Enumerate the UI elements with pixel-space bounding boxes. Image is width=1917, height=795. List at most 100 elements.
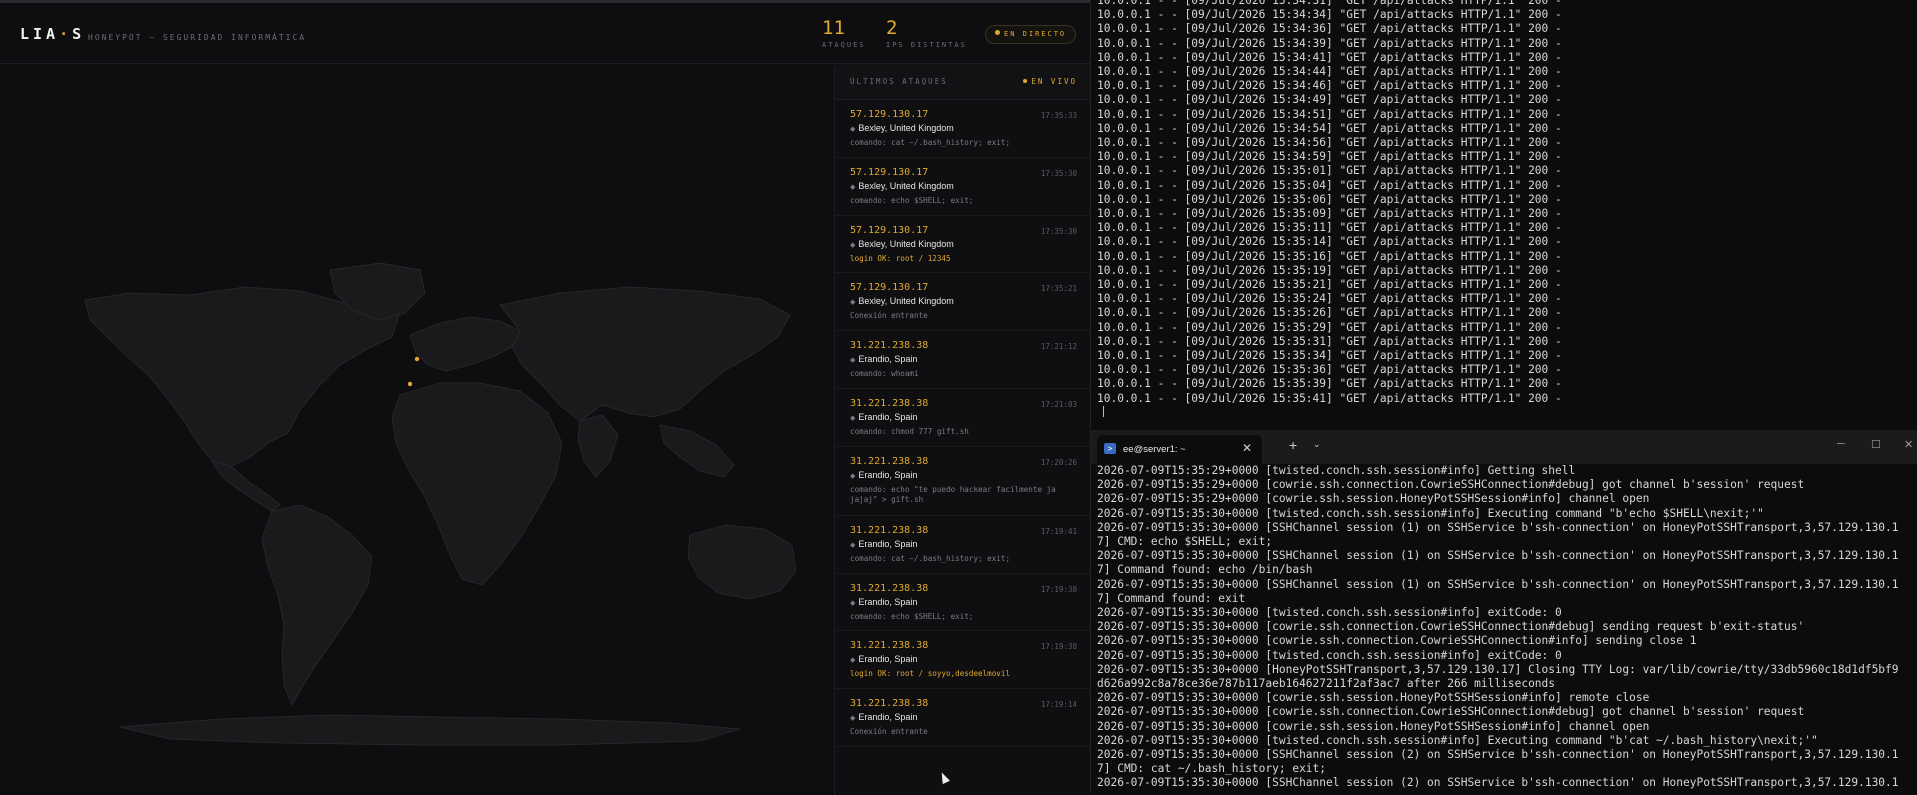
attack-location: ◆ Erandio, Spain [850, 654, 1077, 664]
attack-time: 17:35:30 [1040, 168, 1077, 178]
close-tab-icon[interactable]: ✕ [1242, 441, 1252, 455]
live-dot-icon [1023, 79, 1028, 83]
attack-detail: Conexión entrante [850, 311, 928, 321]
terminal-line: 10.0.0.1 - - [09/Jul/2026 15:35:29] "GET… [1097, 320, 1562, 334]
cowrie-log-terminal[interactable]: 2026-07-09T15:35:29+0000 [twisted.conch.… [1090, 464, 1917, 792]
live-dot-icon [995, 30, 1000, 35]
terminal-line: 10.0.0.1 - - [09/Jul/2026 15:35:36] "GET… [1097, 363, 1562, 377]
attack-list-item[interactable]: 57.129.130.17 17:35:30 ◆ Bexley, United Kin… [835, 216, 1091, 274]
north-america [84, 286, 401, 468]
attack-time: 17:21:03 [1040, 399, 1077, 409]
terminal-tab-title: ee@server1: ~ [1123, 444, 1186, 455]
terminal-line: 10.0.0.1 - - [09/Jul/2026 15:34:44] "GET… [1097, 65, 1562, 79]
attack-detail: comando: cat ~/.bash_history; exit; [850, 553, 1011, 563]
new-tab-button[interactable]: + [1289, 437, 1297, 453]
feed-header: Últimos ataques En vivo [835, 65, 1091, 100]
attacks-label: Ataques [822, 41, 866, 49]
dashboard-header: LIA·S Honeypot — Seguridad Informática 1… [0, 3, 1090, 64]
tab-dropdown-button[interactable]: ⌄ [1313, 439, 1321, 450]
attack-time: 17:21:12 [1040, 342, 1077, 352]
attack-time: 17:19:38 [1040, 642, 1077, 652]
terminal-line: 2026-07-09T15:35:30+0000 [twisted.conch.… [1097, 606, 1562, 620]
terminal-line: 2026-07-09T15:35:30+0000 [cowrie.ssh.con… [1097, 620, 1805, 634]
attack-location: ◆ Erandio, Spain [850, 470, 1077, 480]
attack-location-text: Erandio, Spain [858, 596, 918, 607]
terminal-line: 10.0.0.1 - - [09/Jul/2026 15:35:11] "GET… [1097, 221, 1562, 235]
logo-right: S [72, 25, 86, 43]
terminal-line: 10.0.0.1 - - [09/Jul/2026 15:35:39] "GET… [1097, 377, 1562, 391]
honeypot-dashboard: LIA·S Honeypot — Seguridad Informática 1… [0, 0, 1091, 795]
attack-location: ◆ Erandio, Spain [850, 712, 1077, 722]
terminal-line: 10.0.0.1 - - [09/Jul/2026 15:35:34] "GET… [1097, 349, 1562, 363]
attack-list-item[interactable]: 57.129.130.17 17:35:30 ◆ Bexley, United Kin… [835, 158, 1091, 216]
app-subtitle: Honeypot — Seguridad Informática [88, 33, 307, 42]
attack-list-item[interactable]: 57.129.130.17 17:35:33 ◆ Bexley, United Kin… [835, 100, 1091, 158]
powershell-icon: > [1104, 443, 1116, 454]
terminal-line: 10.0.0.1 - - [09/Jul/2026 15:35:06] "GET… [1097, 192, 1562, 206]
attack-detail: comando: echo "te puedo hackear facilmen… [850, 484, 1061, 504]
maximize-icon[interactable]: ☐ [1871, 438, 1881, 451]
attack-list-item[interactable]: 31.221.238.38 17:19:38 ◆ Erandio, Spain coma… [835, 574, 1091, 632]
attack-list-item[interactable]: 31.221.238.38 17:21:12 ◆ Erandio, Spain coma… [835, 331, 1091, 389]
attack-location-text: Bexley, United Kingdom [858, 296, 954, 307]
central-america [211, 460, 281, 512]
attack-list-item[interactable]: 31.221.238.38 17:19:14 ◆ Erandio, Spain Cone… [835, 689, 1091, 747]
attack-location: ◆ Erandio, Spain [850, 597, 1077, 607]
attack-list-item[interactable]: 31.221.238.38 17:20:26 ◆ Erandio, Spain coma… [835, 447, 1091, 516]
terminal-tab[interactable]: > ee@server1: ~ ✕ [1097, 435, 1262, 464]
terminal-line: 2026-07-09T15:35:30+0000 [twisted.conch.… [1097, 506, 1764, 520]
attack-time: 17:19:41 [1040, 526, 1077, 536]
attack-marker-erandio [407, 381, 413, 387]
minimize-icon[interactable]: ─ [1837, 438, 1845, 450]
terminal-line: 10.0.0.1 - - [09/Jul/2026 15:35:21] "GET… [1097, 278, 1562, 292]
location-pin-icon: ◆ [850, 599, 856, 607]
attack-location: ◆ Bexley, United Kingdom [850, 123, 1077, 133]
attack-location-text: Bexley, United Kingdom [858, 238, 954, 249]
attack-location: ◆ Bexley, United Kingdom [850, 239, 1077, 249]
cowrie-log-lines: 2026-07-09T15:35:29+0000 [twisted.conch.… [1091, 464, 1899, 791]
terminal-line: 2026-07-09T15:35:30+0000 [cowrie.ssh.ses… [1097, 691, 1650, 705]
attack-list-item[interactable]: 31.221.238.38 17:21:03 ◆ Erandio, Spain coma… [835, 389, 1091, 447]
terminal-line: 2026-07-09T15:35:30+0000 [SSHChannel ses… [1097, 520, 1899, 534]
attack-list-item[interactable]: 31.221.238.38 17:19:41 ◆ Erandio, Spain coma… [835, 516, 1091, 574]
terminal-line: 2026-07-09T15:35:29+0000 [cowrie.ssh.ses… [1097, 492, 1650, 506]
terminal-line: 10.0.0.1 - - [09/Jul/2026 15:35:16] "GET… [1097, 249, 1562, 263]
terminal-line: 10.0.0.1 - - [09/Jul/2026 15:35:26] "GET… [1097, 306, 1562, 320]
attack-marker-bexley [414, 356, 420, 362]
attack-location-text: Erandio, Spain [858, 469, 918, 480]
world-map[interactable] [0, 65, 834, 795]
app-logo: LIA·S [20, 25, 85, 43]
attack-time: 17:35:33 [1040, 111, 1077, 120]
live-status-button[interactable]: En directo [985, 25, 1077, 44]
terminal-line: d626a992c8a78ce36e787b117aeb164627211f2a… [1097, 677, 1556, 691]
attacks-feed-panel: Últimos ataques En vivo 57.129.130.17 17:… [834, 65, 1091, 795]
terminal-titlebar: > ee@server1: ~ ✕ + ⌄ ─ ☐ ✕ [1090, 430, 1917, 464]
attack-detail: comando: whoami [850, 369, 919, 379]
attack-location: ◆ Erandio, Spain [850, 412, 1077, 422]
asia [499, 286, 791, 422]
access-log-lines: 10.0.0.1 - - [09/Jul/2026 15:34:31] "GET… [1091, 0, 1562, 421]
attacks-stat: 11 Ataques [822, 17, 866, 49]
text-cursor-icon [1103, 405, 1104, 417]
africa [391, 382, 563, 586]
location-pin-icon: ◆ [850, 241, 856, 249]
terminal-line: 2026-07-09T15:35:30+0000 [cowrie.ssh.con… [1097, 634, 1697, 648]
terminal-line: 10.0.0.1 - - [09/Jul/2026 15:34:39] "GET… [1097, 36, 1562, 50]
attack-location-text: Bexley, United Kingdom [858, 180, 954, 191]
close-window-icon[interactable]: ✕ [1904, 438, 1913, 451]
terminal-line: 10.0.0.1 - - [09/Jul/2026 15:34:46] "GET… [1097, 79, 1562, 93]
europe [409, 316, 521, 372]
south-america [261, 504, 373, 706]
attack-list-item[interactable]: 57.129.130.17 17:35:21 ◆ Bexley, United Kin… [835, 273, 1091, 332]
feed-title: Últimos ataques [850, 77, 948, 86]
attack-time: 17:19:38 [1040, 584, 1077, 594]
terminal-line: 2026-07-09T15:35:30+0000 [twisted.conch.… [1097, 733, 1818, 747]
access-log-terminal[interactable]: 10.0.0.1 - - [09/Jul/2026 15:34:31] "GET… [1090, 0, 1917, 428]
attack-location-text: Erandio, Spain [858, 411, 918, 422]
attack-list-item[interactable]: 31.221.238.38 17:19:38 ◆ Erandio, Spain logi… [835, 631, 1091, 690]
location-pin-icon: ◆ [850, 414, 856, 422]
attack-detail: comando: chmod 777 gift.sh [850, 426, 969, 436]
terminal-line: 10.0.0.1 - - [09/Jul/2026 15:34:51] "GET… [1097, 107, 1562, 121]
attack-detail: login OK: root / soyyo,desdeelmovil [850, 669, 1011, 679]
terminal-line: 10.0.0.1 - - [09/Jul/2026 15:35:14] "GET… [1097, 235, 1562, 249]
